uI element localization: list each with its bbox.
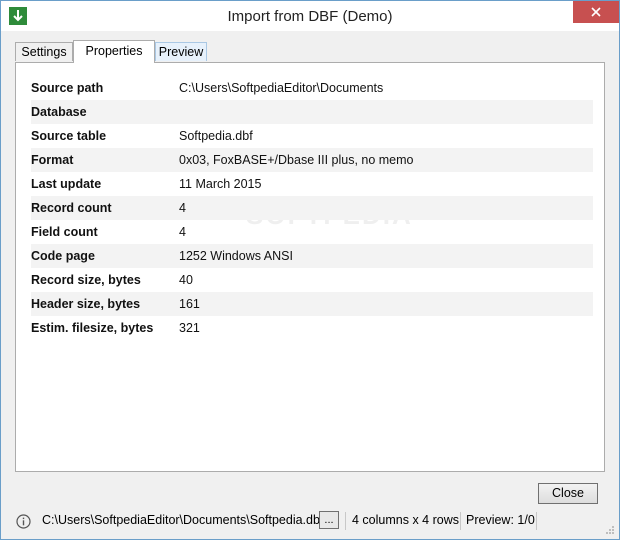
- title-bar[interactable]: Import from DBF (Demo): [1, 1, 619, 31]
- property-row: Record count 4: [31, 196, 593, 220]
- property-key: Record count: [31, 201, 112, 215]
- property-row: Header size, bytes 161: [31, 292, 593, 316]
- property-value: 0x03, FoxBASE+/Dbase III plus, no memo: [179, 153, 414, 167]
- property-value: 4: [179, 201, 186, 215]
- property-key: Database: [31, 105, 87, 119]
- property-value: 4: [179, 225, 186, 239]
- property-row: Format 0x03, FoxBASE+/Dbase III plus, no…: [31, 148, 593, 172]
- property-row: Code page 1252 Windows ANSI: [31, 244, 593, 268]
- close-button[interactable]: Close: [538, 483, 598, 504]
- property-key: Record size, bytes: [31, 273, 141, 287]
- tab-properties[interactable]: Properties: [73, 40, 155, 63]
- status-separator: [536, 512, 537, 530]
- property-key: Estim. filesize, bytes: [31, 321, 154, 335]
- property-value: Softpedia.dbf: [179, 129, 253, 143]
- property-key: Header size, bytes: [31, 297, 141, 311]
- tab-preview[interactable]: Preview: [155, 42, 207, 61]
- properties-list: Source path C:\Users\SoftpediaEditor\Doc…: [31, 76, 593, 340]
- window-close-button[interactable]: [573, 1, 619, 23]
- property-value: 1252 Windows ANSI: [179, 249, 293, 263]
- property-value: 161: [179, 297, 200, 311]
- status-separator: [345, 512, 346, 530]
- property-key: Field count: [31, 225, 98, 239]
- status-preview: Preview: 1/0: [466, 513, 535, 527]
- property-row: Record size, bytes 40: [31, 268, 593, 292]
- close-icon: [591, 7, 601, 17]
- info-icon: [16, 514, 31, 529]
- property-key: Code page: [31, 249, 95, 263]
- property-value: 11 March 2015: [179, 177, 262, 191]
- properties-panel: SOFTPEDIA Source path C:\Users\Softpedia…: [15, 62, 605, 472]
- status-file-path: C:\Users\SoftpediaEditor\Documents\Softp…: [42, 513, 324, 527]
- window-title: Import from DBF (Demo): [227, 8, 393, 25]
- property-value: 321: [179, 321, 200, 335]
- property-row: Source table Softpedia.dbf: [31, 124, 593, 148]
- status-separator: [460, 512, 461, 530]
- property-key: Source path: [31, 81, 104, 95]
- resize-grip-icon[interactable]: [605, 525, 615, 535]
- browse-button[interactable]: ...: [319, 511, 339, 529]
- property-row: Last update 11 March 2015: [31, 172, 593, 196]
- status-bar: C:\Users\SoftpediaEditor\Documents\Softp…: [1, 508, 619, 539]
- dialog-window: Import from DBF (Demo) Settings Properti…: [0, 0, 620, 540]
- status-columns-rows: 4 columns x 4 rows: [352, 513, 459, 527]
- property-key: Source table: [31, 129, 107, 143]
- property-row: Database: [31, 100, 593, 124]
- property-key: Format: [31, 153, 74, 167]
- property-value: C:\Users\SoftpediaEditor\Documents: [179, 81, 384, 95]
- property-row: Estim. filesize, bytes 321: [31, 316, 593, 340]
- tab-settings[interactable]: Settings: [15, 42, 73, 61]
- property-row: Source path C:\Users\SoftpediaEditor\Doc…: [31, 76, 593, 100]
- property-key: Last update: [31, 177, 102, 191]
- property-value: 40: [179, 273, 193, 287]
- property-row: Field count 4: [31, 220, 593, 244]
